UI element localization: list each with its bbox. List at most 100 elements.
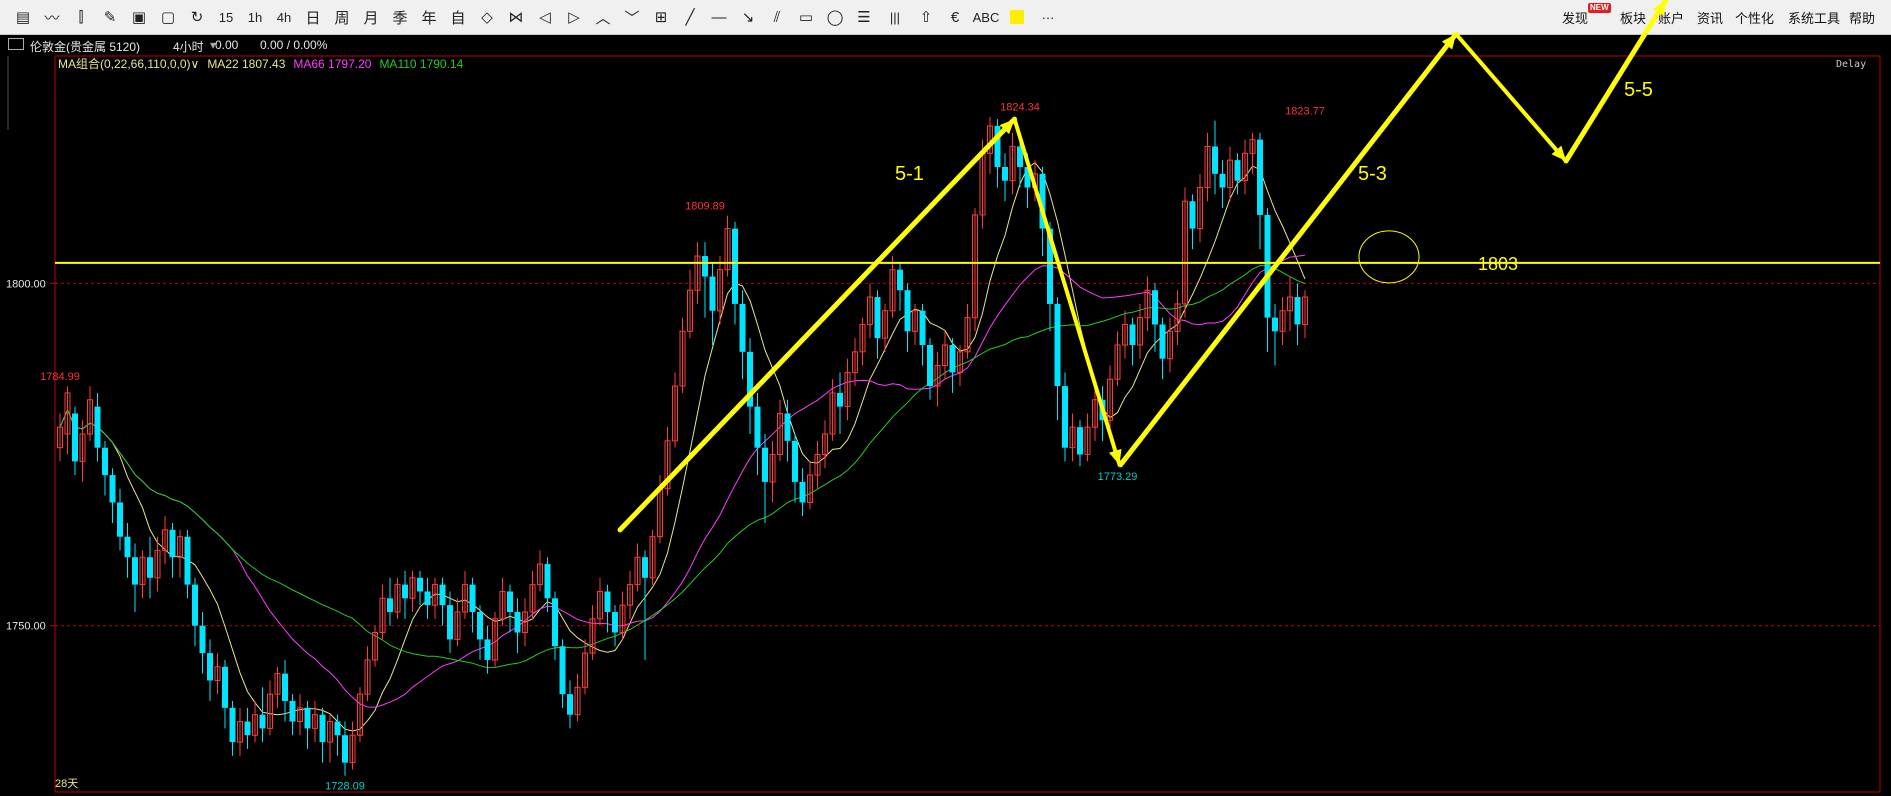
candle-body [642, 557, 648, 578]
candle-42 [372, 625, 378, 667]
candle-body [229, 707, 236, 743]
candle-103 [829, 379, 836, 441]
candle-143 [1129, 317, 1136, 366]
candle-87 [709, 262, 716, 345]
candle-55 [469, 577, 476, 633]
candle-134 [1062, 372, 1068, 462]
candle-49 [424, 577, 431, 619]
candle-107 [859, 317, 866, 366]
ma-group-label[interactable]: MA组合(0,22,66,110,0,0) [58, 57, 191, 71]
candle-body [94, 406, 101, 448]
candle-body [447, 605, 453, 640]
candle-body [282, 673, 288, 701]
candle-body [207, 653, 213, 681]
candle-85 [694, 242, 701, 304]
candle-body [72, 413, 78, 462]
candle-body [259, 714, 266, 729]
candle-body [514, 612, 521, 633]
candle-71 [589, 605, 596, 660]
candle-90 [732, 221, 738, 325]
candle-body [424, 591, 431, 606]
candle-84 [687, 269, 693, 339]
candle-body [897, 269, 903, 291]
ma22-value: MA22 1807.43 [207, 57, 286, 71]
candle-35 [319, 707, 326, 763]
y-tick-label-1800: 1800.00 [6, 278, 46, 290]
candle-body [1189, 201, 1196, 229]
candle-body [702, 256, 708, 277]
candle-5 [94, 392, 101, 462]
candle-99 [799, 468, 806, 517]
candle-100 [807, 461, 813, 510]
candle-1 [64, 386, 71, 455]
candle-39 [349, 721, 356, 770]
candle-108 [867, 283, 873, 339]
extreme-label-0: 1784.99 [40, 371, 80, 383]
candle-31 [289, 694, 296, 736]
wave-arrow-4 [1454, 32, 1568, 163]
candle-43 [379, 584, 386, 640]
highlight-ellipse [1358, 230, 1420, 284]
candle-body [837, 392, 843, 407]
wave-arrow-3 [1118, 31, 1459, 468]
candle-body [1272, 317, 1278, 332]
candle-body [567, 694, 573, 715]
candle-53 [454, 598, 461, 647]
candle-body [124, 536, 131, 558]
ma22-line [59, 162, 1306, 732]
days-label: 28天 [55, 778, 78, 790]
candle-body [799, 481, 806, 503]
candle-body [1234, 160, 1241, 181]
candle-93 [754, 392, 761, 476]
candle-body [739, 303, 746, 352]
candle-body [604, 591, 611, 612]
candle-20 [207, 639, 213, 701]
candle-body [199, 625, 206, 654]
candle-body [1054, 303, 1061, 387]
candle-122 [972, 208, 978, 332]
candle-76 [627, 570, 633, 619]
candle-147 [1159, 317, 1166, 380]
candle-105 [844, 358, 851, 421]
candle-89 [724, 215, 731, 277]
extreme-label-86: 1809.89 [685, 201, 725, 213]
candle-body [147, 557, 153, 578]
candle-137 [1084, 413, 1091, 462]
candle-104 [837, 372, 843, 434]
candle-24 [237, 707, 243, 756]
candle-body [402, 584, 408, 599]
candle-164 [1287, 276, 1293, 332]
candle-body [244, 721, 251, 736]
candle-12 [147, 536, 153, 599]
ma-group-dropdown-icon[interactable]: ∨ [191, 57, 200, 71]
candle-27 [259, 687, 266, 743]
candle-6 [102, 440, 108, 496]
candle-158 [1242, 139, 1248, 195]
candle-133 [1054, 297, 1061, 421]
candle-44 [387, 577, 393, 626]
ma110-value: MA110 1790.14 [379, 57, 464, 71]
candle-41 [364, 646, 371, 701]
candle-body [117, 502, 123, 537]
candle-37 [334, 714, 341, 756]
candle-75 [619, 591, 626, 640]
candle-54 [462, 570, 468, 619]
candle-153 [1204, 132, 1211, 202]
candle-59 [499, 577, 506, 626]
candle-48 [417, 570, 423, 606]
candle-body [222, 666, 228, 708]
candle-body [192, 584, 198, 626]
candle-body [439, 584, 446, 606]
candle-121 [964, 303, 971, 359]
candlestick-chart[interactable]: 1800.00 1750.00 Delay 28天 1784.99 1728.09 1809… [0, 0, 1891, 796]
wave-label-5-3: 5-3 [1358, 163, 1387, 185]
candle-body [109, 475, 116, 503]
candle-body [544, 564, 551, 599]
candle-162 [1272, 303, 1278, 366]
candle-14 [162, 516, 168, 565]
candle-body [552, 598, 558, 647]
candle-50 [432, 577, 438, 619]
candle-63 [529, 570, 536, 619]
candle-113 [904, 283, 911, 352]
candle-148 [1167, 317, 1173, 373]
